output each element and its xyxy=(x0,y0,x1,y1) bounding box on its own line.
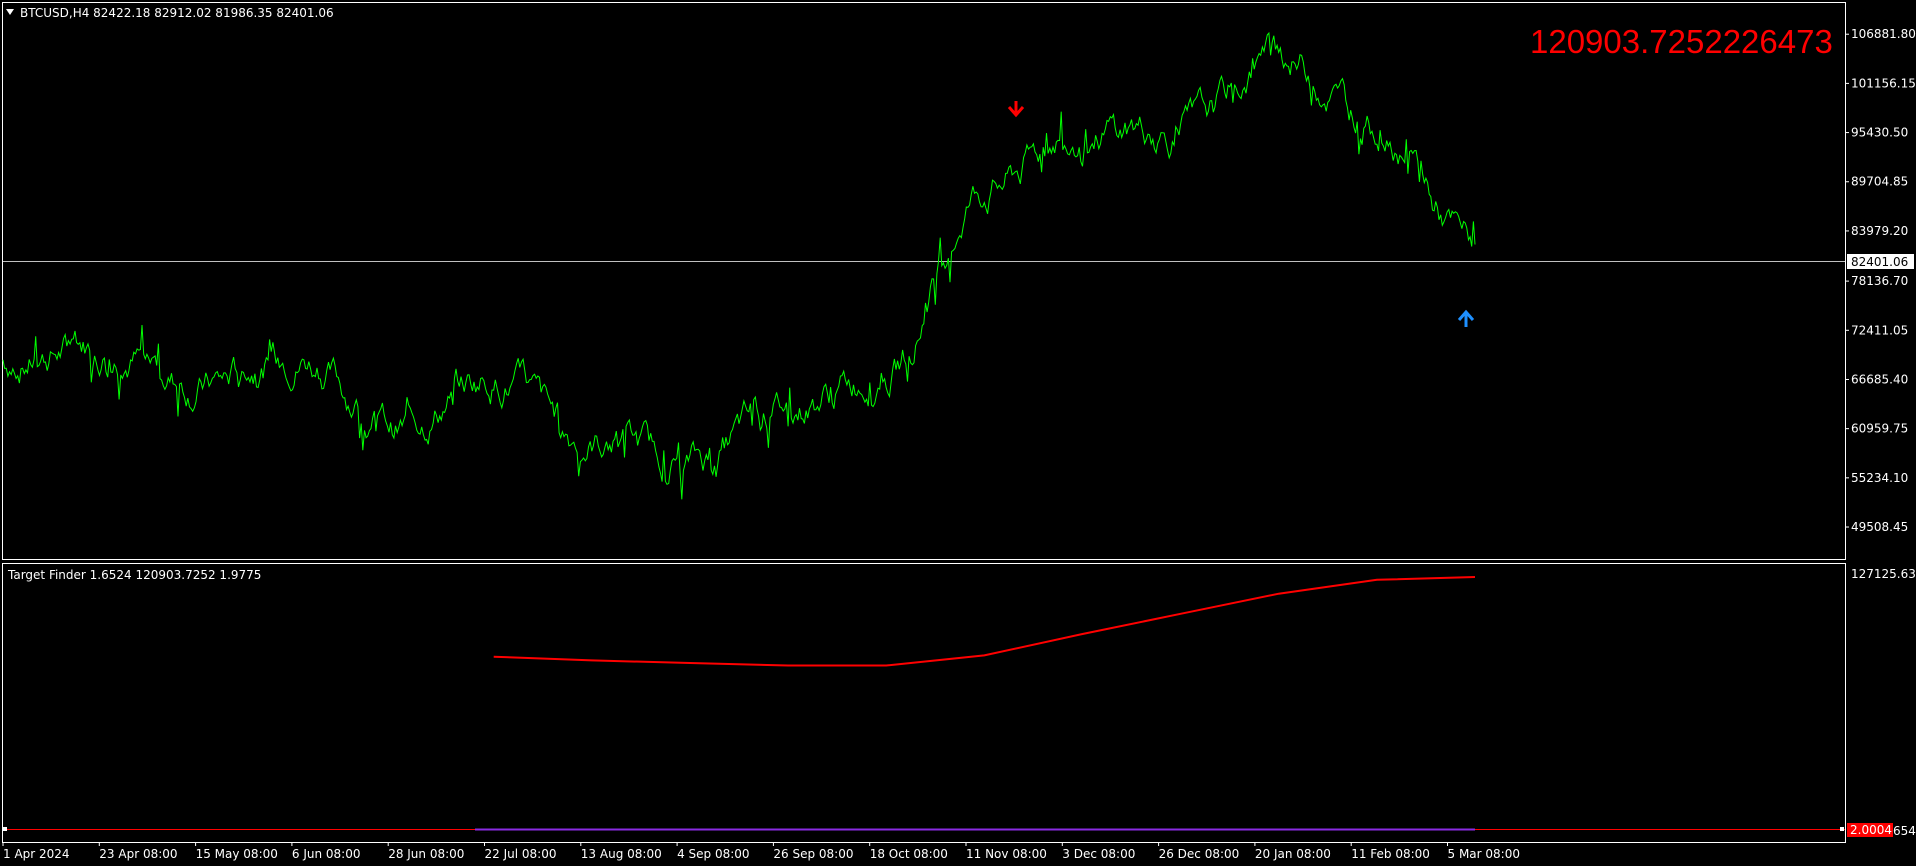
indicator-header: Target Finder 1.6524 120903.7252 1.9775 xyxy=(7,568,261,582)
time-axis-label: 20 Jan 08:00 xyxy=(1255,847,1331,861)
time-axis-label: 11 Feb 08:00 xyxy=(1351,847,1430,861)
time-axis-label: 3 Dec 08:00 xyxy=(1062,847,1135,861)
time-axis[interactable]: 1 Apr 2024 23 Apr 08:00 15 May 08:00 6 Jun … xyxy=(2,842,1521,861)
indicator-axis-top-label: 127125.637 xyxy=(1851,567,1916,581)
indicator-pane-frame xyxy=(2,563,1846,843)
target-finder-line xyxy=(493,576,1476,667)
arrow-down-icon xyxy=(1007,101,1025,118)
time-axis-label: 22 Jul 08:00 xyxy=(485,847,557,861)
price-axis-label: 72411.05 xyxy=(1851,323,1908,337)
target-price-label: 120903.7252226473 xyxy=(1530,23,1833,60)
price-axis[interactable]: 106881.80 101156.15 95430.50 89704.85 83979.… xyxy=(1845,27,1916,534)
price-axis-label: 101156.15 xyxy=(1851,76,1916,90)
price-axis-label: 78136.70 xyxy=(1851,274,1908,288)
time-axis-label: 4 Sep 08:00 xyxy=(677,847,749,861)
indicator-axis-bottom-label: 2.0004 xyxy=(1850,823,1892,837)
main-pane-frame xyxy=(2,2,1846,560)
time-axis-label: 6 Jun 08:00 xyxy=(292,847,361,861)
price-axis-label: 55234.10 xyxy=(1851,471,1908,485)
time-axis-label: 26 Dec 08:00 xyxy=(1159,847,1240,861)
price-axis-label: 60959.75 xyxy=(1851,422,1908,436)
time-axis-label: 28 Jun 08:00 xyxy=(388,847,464,861)
arrow-up-icon xyxy=(1457,309,1475,327)
time-axis-label: 13 Aug 08:00 xyxy=(581,847,662,861)
triangle-down-icon[interactable] xyxy=(6,9,14,15)
trading-chart[interactable]: BTCUSD,H4 82422.18 82912.02 81986.35 824… xyxy=(0,0,1916,866)
current-price-label: 82401.06 xyxy=(1851,255,1908,269)
baseline-right-marker xyxy=(1840,827,1844,831)
price-series-line xyxy=(2,31,1476,500)
symbol-header: BTCUSD,H4 82422.18 82912.02 81986.35 824… xyxy=(20,6,334,20)
price-axis-label: 95430.50 xyxy=(1851,126,1908,140)
baseline-left-marker xyxy=(3,827,7,831)
time-axis-label: 23 Apr 08:00 xyxy=(99,847,177,861)
price-axis-label: 49508.45 xyxy=(1851,520,1908,534)
time-axis-label: 11 Nov 08:00 xyxy=(966,847,1047,861)
price-axis-label: 89704.85 xyxy=(1851,175,1908,189)
time-axis-label: 18 Oct 08:00 xyxy=(870,847,948,861)
time-axis-label: 15 May 08:00 xyxy=(196,847,278,861)
price-axis-label: 66685.40 xyxy=(1851,372,1908,386)
time-axis-label: 5 Mar 08:00 xyxy=(1448,847,1521,861)
time-axis-label: 26 Sep 08:00 xyxy=(773,847,853,861)
time-axis-label: 1 Apr 2024 xyxy=(3,847,70,861)
price-axis-label: 106881.80 xyxy=(1851,27,1916,41)
price-axis-label: 83979.20 xyxy=(1851,224,1908,238)
